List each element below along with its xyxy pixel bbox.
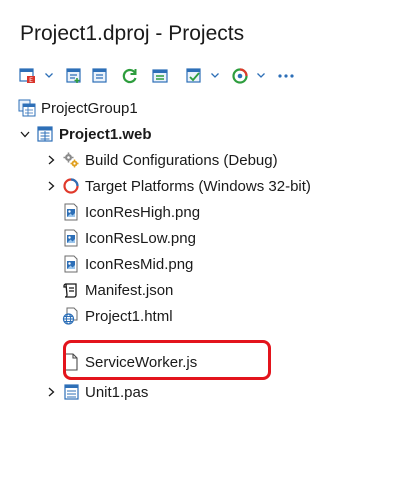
compile-button[interactable] [182,64,206,88]
tree-node-build-configurations[interactable]: Build Configurations (Debug) [44,148,278,172]
more-button[interactable] [274,64,298,88]
tree-node-file[interactable]: Project1.html [62,304,173,328]
svg-text:E: E [29,77,33,84]
compile-icon [185,67,203,85]
remove-file-icon [91,67,109,85]
projects-toolbar: E [16,62,300,90]
sync-button[interactable] [148,64,172,88]
run-target-dropdown[interactable] [254,64,268,88]
build-config-button[interactable]: E [16,64,40,88]
image-file-icon [62,229,80,247]
refresh-button[interactable] [118,64,142,88]
tree-node-label: Project1.html [85,307,173,325]
tree-node-file[interactable]: Manifest.json [62,278,173,302]
compile-dropdown[interactable] [208,64,222,88]
image-file-icon [62,203,80,221]
tree-node-label: Manifest.json [85,281,174,299]
remove-file-button[interactable] [88,64,112,88]
html-file-icon [62,307,80,325]
unit-file-icon [62,383,80,401]
run-target-button[interactable] [228,64,252,88]
tree-node-file[interactable]: IconResHigh.png [62,200,200,224]
chevron-down-icon [44,67,54,85]
chevron-down-icon [210,67,220,85]
tree-node-label: Project1.web [59,125,152,143]
manifest-file-icon [62,281,80,299]
chevron-down-icon[interactable] [18,127,32,141]
sync-icon [151,67,169,85]
tree-node-unit[interactable]: Unit1.pas [44,380,148,404]
projects-panel: Project1.dproj - Projects E ProjectGroup… [0,0,405,484]
add-file-icon [65,67,83,85]
tree-node-target-platforms[interactable]: Target Platforms (Windows 32-bit) [44,174,311,198]
tree-node-label: Target Platforms (Windows 32-bit) [85,177,311,195]
chevron-right-icon[interactable] [44,385,58,399]
tree-node-file-service-worker[interactable]: ServiceWorker.js [62,350,197,374]
tree-node-label: IconResHigh.png [85,203,201,221]
panel-title: Project1.dproj - Projects [20,22,245,45]
project-group-icon [18,99,36,117]
tree-node-label: ServiceWorker.js [85,353,198,371]
gears-icon [62,151,80,169]
build-config-dropdown[interactable] [42,64,56,88]
more-icon [277,67,295,85]
tree-node-project[interactable]: Project1.web [18,122,152,146]
web-project-icon [36,125,54,143]
run-target-icon [231,67,249,85]
tree-node-file[interactable]: IconResMid.png [62,252,193,276]
file-icon [62,353,80,371]
refresh-icon [121,67,139,85]
tree-node-label: Unit1.pas [85,383,149,401]
tree-node-label: Build Configurations (Debug) [85,151,278,169]
image-file-icon [62,255,80,273]
chevron-right-icon[interactable] [44,179,58,193]
tree-node-label: IconResMid.png [85,255,194,273]
chevron-right-icon[interactable] [44,153,58,167]
tree-node-label: ProjectGroup1 [41,99,138,117]
tree-node-file[interactable]: IconResLow.png [62,226,196,250]
tree-node-project-group[interactable]: ProjectGroup1 [18,96,138,120]
build-config-icon: E [19,67,37,85]
add-file-button[interactable] [62,64,86,88]
target-platforms-icon [62,177,80,195]
tree-node-label: IconResLow.png [85,229,196,247]
chevron-down-icon [256,67,266,85]
